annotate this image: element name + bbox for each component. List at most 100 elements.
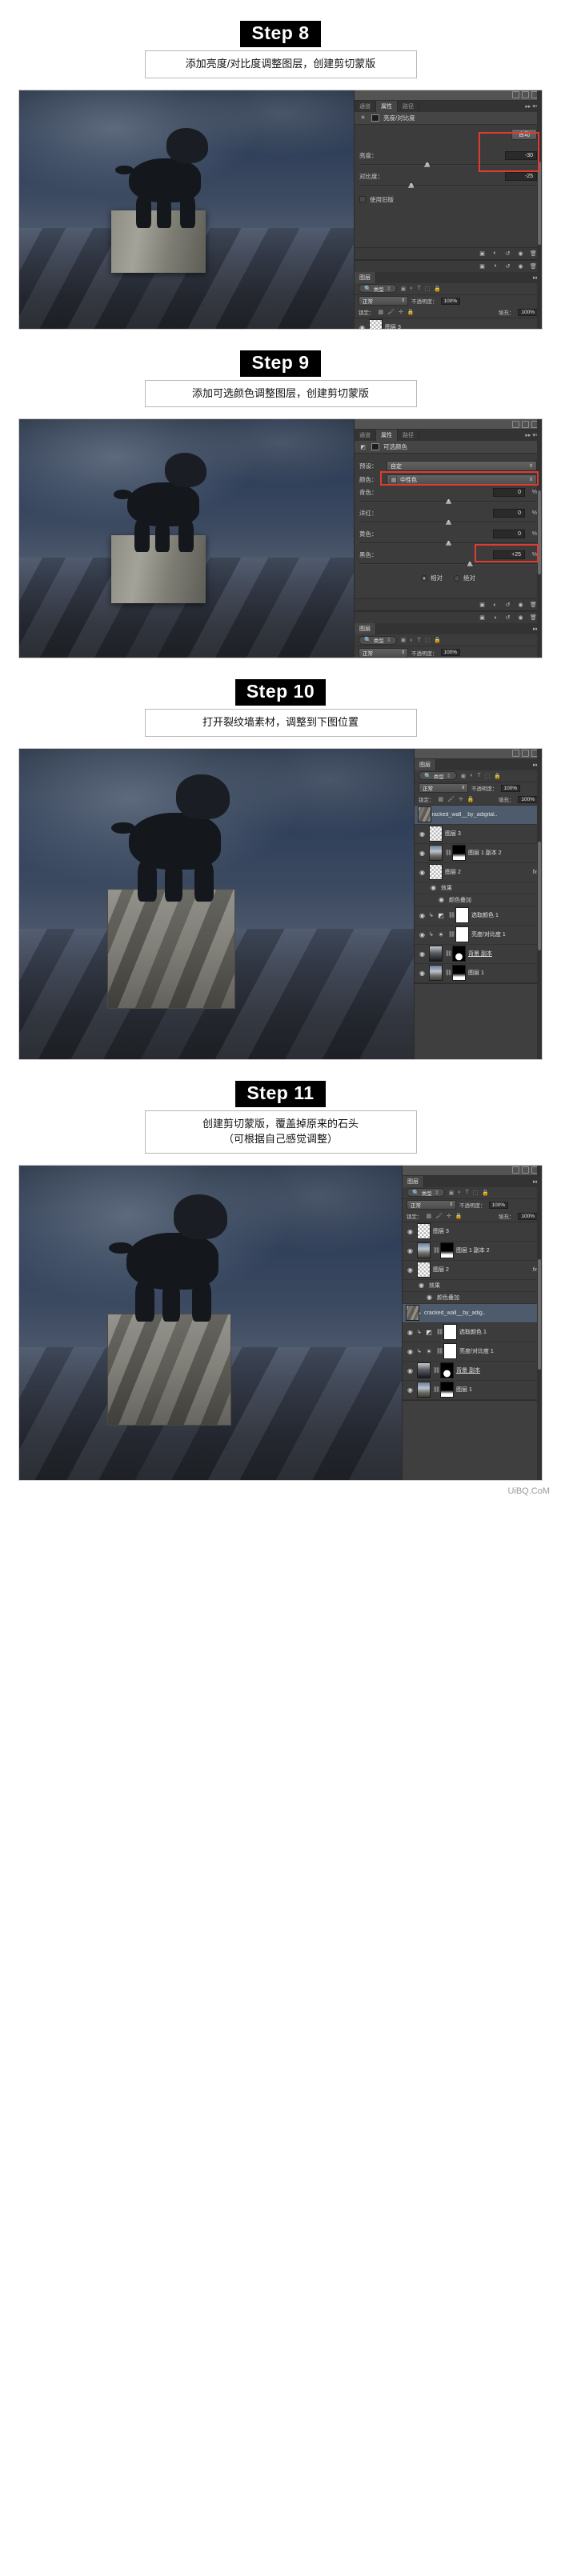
layer-thumbnail[interactable]	[429, 864, 443, 880]
vertical-scrollbar[interactable]	[537, 748, 542, 1059]
eye-icon[interactable]: ◉	[425, 1294, 434, 1301]
clip-to-layer-icon[interactable]: ▣	[479, 602, 486, 609]
tab-通道[interactable]: 通道	[355, 100, 376, 112]
color-select[interactable]: 中性色 ⇕	[387, 474, 537, 485]
slider-track-wrap[interactable]	[359, 498, 537, 506]
layer-row[interactable]: ◉ 图层 2 fx	[415, 863, 542, 882]
control-value[interactable]: -25	[505, 171, 537, 181]
visibility-eye-icon[interactable]: ◉	[406, 1228, 415, 1235]
lock-position-icon[interactable]: ✛	[459, 796, 463, 802]
filter-adjustment-icon[interactable]: ◐	[458, 1190, 461, 1195]
blend-mode-select[interactable]: 正常 ⇕	[359, 296, 408, 306]
panel-icon[interactable]	[512, 750, 519, 757]
layer-row[interactable]: ◉ ⛓ 背景 副本	[415, 945, 542, 964]
reset-icon[interactable]: ↺	[504, 602, 511, 609]
lock-transparent-icon[interactable]: ▩	[439, 796, 444, 802]
eye-icon[interactable]: ◉	[417, 1282, 426, 1289]
radio-相对[interactable]: 相对	[421, 574, 443, 582]
checkbox[interactable]	[359, 196, 366, 202]
filter-pixel-icon[interactable]: ▣	[461, 773, 467, 779]
panel-icon[interactable]	[522, 750, 529, 757]
layer-thumbnail[interactable]	[417, 1242, 431, 1258]
control-value[interactable]: 0	[493, 509, 525, 518]
visibility-eye-icon[interactable]: ◉	[418, 970, 427, 977]
layer-row[interactable]: ◉ ⛓ 图层 1	[403, 1381, 542, 1400]
layer-row[interactable]: ◉cracked_wall__by_adigital..	[415, 805, 542, 825]
visibility-eye-icon[interactable]: ◉	[418, 912, 427, 919]
tab-路径[interactable]: 路径	[398, 100, 419, 112]
link-icon[interactable]: ⛓	[445, 950, 452, 957]
opacity-value[interactable]: 100%	[440, 649, 461, 656]
panel-icon[interactable]	[522, 1166, 529, 1174]
visibility-eye-icon[interactable]: ◉	[406, 1367, 415, 1374]
control-value[interactable]: -30	[505, 150, 537, 160]
vertical-scrollbar[interactable]	[537, 1165, 542, 1480]
blend-mode-select[interactable]: 正常 ⇕	[419, 783, 468, 793]
layer-mask-thumbnail[interactable]	[443, 1324, 457, 1340]
eye-icon[interactable]: ◉	[429, 884, 438, 891]
layer-row[interactable]: ◉ ⛓ 背景 副本	[403, 1362, 542, 1381]
visibility-eye-icon[interactable]: ◉	[358, 324, 367, 329]
layer-mask-thumbnail[interactable]	[440, 1382, 454, 1398]
image-canvas[interactable]	[19, 1165, 403, 1480]
previous-state-icon[interactable]: ◐	[491, 250, 499, 257]
layer-row[interactable]: ◉ 图层 3	[415, 825, 542, 844]
layer-mask-thumbnail[interactable]	[452, 946, 466, 962]
reset-icon[interactable]: ↺	[504, 614, 511, 622]
radio-dot[interactable]	[454, 574, 460, 582]
opacity-value[interactable]: 100%	[440, 297, 461, 305]
tab-属性[interactable]: 属性	[376, 100, 398, 112]
visibility-eye-icon[interactable]: ◉	[406, 1386, 415, 1394]
legacy-checkbox-row[interactable]: 使用旧版	[359, 195, 537, 204]
filter-adjustment-icon[interactable]: ◐	[470, 773, 473, 778]
image-canvas[interactable]	[19, 748, 415, 1059]
previous-state-icon[interactable]: ◐	[491, 602, 499, 609]
layer-thumbnail[interactable]	[429, 965, 443, 981]
lock-all-icon[interactable]: 🔒	[467, 796, 475, 802]
control-value[interactable]: 0	[493, 530, 525, 538]
layer-thumbnail[interactable]	[417, 1262, 431, 1278]
filter-shape-icon[interactable]: ⬚	[425, 286, 431, 292]
tab-layers[interactable]: 图层	[415, 758, 436, 770]
filter-type-icon[interactable]: T	[477, 773, 480, 778]
filter-shape-icon[interactable]: ⬚	[485, 773, 491, 779]
visibility-eye-icon[interactable]: ◉	[406, 1329, 415, 1336]
slider-track-wrap[interactable]	[359, 561, 537, 568]
link-icon[interactable]: ⛓	[436, 1329, 443, 1335]
layer-row[interactable]: ◉ 图层 3	[355, 318, 542, 329]
filter-smart-icon[interactable]: 🔒	[434, 286, 441, 292]
link-icon[interactable]: ⛓	[433, 1367, 440, 1374]
panel-icon[interactable]	[512, 1166, 519, 1174]
visibility-eye-icon[interactable]: ◉	[418, 850, 427, 857]
slider-track-wrap[interactable]	[359, 540, 537, 547]
filter-shape-icon[interactable]: ⬚	[473, 1190, 479, 1196]
visibility-eye-icon[interactable]: ◉	[418, 830, 427, 838]
layer-thumbnail[interactable]	[417, 1382, 431, 1398]
fill-value[interactable]: 100%	[518, 795, 538, 803]
scrollbar-thumb[interactable]	[538, 841, 541, 950]
layer-filter-type[interactable]: 🔍 类型 ⇕	[359, 284, 397, 293]
visibility-eye-icon[interactable]: ◉	[406, 1266, 415, 1274]
lock-transparent-icon[interactable]: ▩	[427, 1213, 432, 1219]
new-adjustment-layer-icon[interactable]: ▣	[479, 614, 486, 622]
tab-属性[interactable]: 属性	[376, 430, 398, 441]
link-icon[interactable]: ⛓	[436, 1348, 443, 1354]
lock-all-icon[interactable]: 🔒	[407, 309, 415, 315]
delete-icon[interactable]: 🗑	[530, 614, 537, 622]
filter-type-icon[interactable]: T	[417, 638, 420, 643]
auto-button[interactable]: 自动	[511, 128, 537, 140]
image-canvas[interactable]	[19, 90, 355, 329]
visibility-eye-icon[interactable]: ◉	[418, 869, 427, 876]
clip-to-layer-icon[interactable]: ▣	[479, 250, 486, 257]
fill-value[interactable]: 100%	[518, 308, 538, 316]
link-icon[interactable]: ⛓	[448, 931, 455, 938]
scrollbar-thumb[interactable]	[538, 490, 541, 574]
layer-thumbnail[interactable]	[417, 1362, 431, 1378]
layer-thumbnail[interactable]	[369, 319, 383, 329]
layer-thumbnail[interactable]	[429, 845, 443, 861]
layer-thumbnail[interactable]	[418, 806, 431, 822]
tab-layers[interactable]: 图层	[355, 623, 376, 634]
panel-icon[interactable]	[512, 91, 519, 98]
lock-position-icon[interactable]: ✛	[399, 309, 403, 315]
panel-icon[interactable]	[522, 91, 529, 98]
